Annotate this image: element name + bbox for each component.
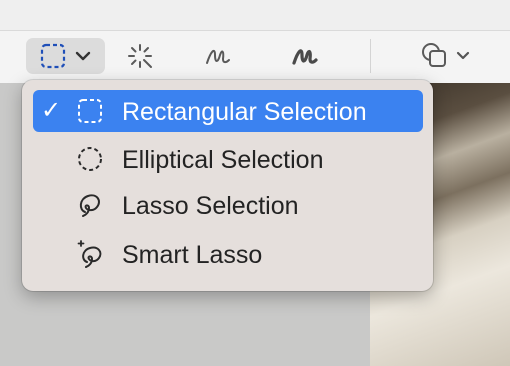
menu-item-label: Rectangular Selection [122,98,367,126]
title-bar [0,0,510,30]
selection-tool-button[interactable] [26,38,105,74]
chevron-down-icon[interactable] [75,50,91,62]
menu-item-label: Elliptical Selection [122,146,324,174]
menu-item-rectangular-selection[interactable]: ✓ Rectangular Selection [33,90,423,132]
selection-tool-menu: ✓ Rectangular Selection Elliptical Selec… [22,80,433,291]
shapes-icon [422,43,446,67]
markup-toolbar [0,30,510,84]
instant-alpha-button[interactable] [120,38,160,74]
toolbar-divider [370,39,371,73]
magic-wand-icon [128,44,152,68]
sketch-icon [206,49,230,64]
sketch-button[interactable] [198,38,238,74]
rectangular-selection-icon [78,99,102,123]
menu-item-smart-lasso[interactable]: Smart Lasso [33,233,423,275]
lasso-icon [79,194,100,217]
smart-lasso-icon [77,240,102,268]
shapes-button[interactable] [412,38,478,74]
draw-button[interactable] [285,38,325,74]
menu-item-label: Smart Lasso [122,241,263,269]
menu-item-elliptical-selection[interactable]: Elliptical Selection [33,138,423,180]
markup-window: ✓ Rectangular Selection Elliptical Selec… [0,0,510,366]
chevron-down-icon[interactable] [456,51,470,61]
menu-item-lasso-selection[interactable]: Lasso Selection [33,184,423,226]
elliptical-selection-icon [78,147,102,171]
menu-item-label: Lasso Selection [122,192,299,220]
checkmark-icon: ✓ [41,97,62,124]
rectangular-selection-icon [40,43,66,69]
draw-icon [292,49,318,65]
